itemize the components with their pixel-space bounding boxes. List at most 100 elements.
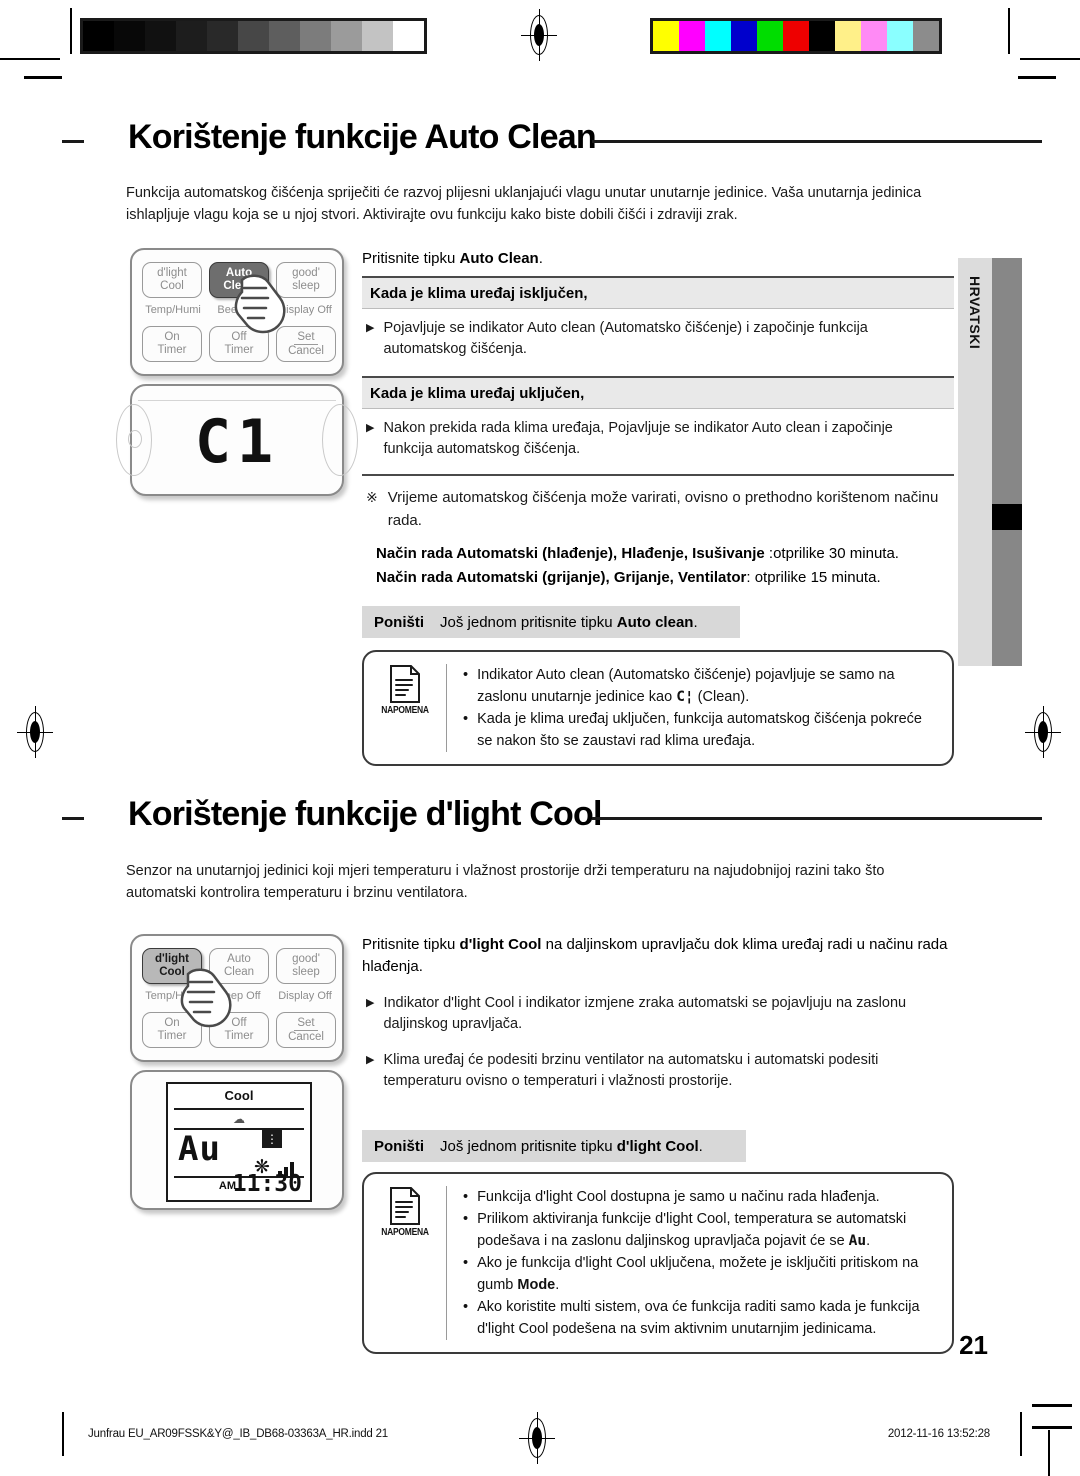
- note-badge-label: NAPOMENA: [381, 705, 429, 716]
- bullet-dot-icon: •: [463, 711, 469, 727]
- arrow-bullet-icon: ▶: [366, 422, 375, 434]
- remote-button-set-cancel[interactable]: Set Cancel: [276, 326, 336, 362]
- language-index-marker: [992, 504, 1022, 530]
- greyscale-swatch-4: [207, 21, 238, 51]
- color-swatch-5: [783, 21, 809, 51]
- remote-sublabel-beep-off: Beep Off: [217, 304, 261, 316]
- remote-button-off-timer[interactable]: Off Timer: [209, 1012, 269, 1048]
- note-text: Ako koristite multi sistem, ova će funkc…: [477, 1299, 920, 1337]
- document-note-icon: [390, 1187, 420, 1225]
- indoor-unit-display-c1: C1: [116, 384, 358, 496]
- mode-duration-line-2: Način rada Automatski (grijanje), Grijan…: [376, 569, 881, 586]
- greyscale-swatch-10: [393, 21, 424, 51]
- remote-button-dlight-cool[interactable]: d'light Cool: [142, 262, 202, 298]
- content-column-dlight-cool: Pritisnite tipku d'light Cool na daljins…: [362, 934, 954, 1354]
- manual-page: Korištenje funkcije Auto Clean Funkcija …: [0, 0, 1080, 1476]
- footer-dash-right-1: [1032, 1404, 1072, 1407]
- remote-sublabel-temp-humi: Temp/Humi: [145, 304, 201, 316]
- footer-timestamp: 2012-11-16 13:52:28: [887, 1428, 990, 1440]
- mode-duration-line-1: Način rada Automatski (hlađenje), Hlađen…: [376, 545, 899, 562]
- bullet-text: Pojavljuje se indikator Auto clean (Auto…: [383, 320, 868, 357]
- crop-mark-right-horizontal: [1020, 58, 1080, 60]
- print-calibration-header: [0, 0, 1080, 100]
- registration-target-left: [17, 706, 53, 758]
- dlight-cool-indicator-icon: ☁: [233, 1112, 245, 1126]
- arrow-bullet-icon: ▶: [366, 1054, 375, 1066]
- note-badge: NAPOMENA: [374, 1186, 436, 1340]
- footer-dash-right-2: [1032, 1426, 1072, 1429]
- color-calibration-bar: [650, 18, 942, 54]
- reference-note-auto-clean: ※ Vrijeme automatskog čišćenja može vari…: [362, 476, 954, 536]
- page-title-dlight-cool: Korištenje funkcije d'light Cool: [128, 795, 602, 833]
- note-item: • Indikator Auto clean (Automatsko čišće…: [463, 664, 938, 708]
- subheading-unit-on: Kada je klima uređaj uključen,: [362, 376, 954, 409]
- bullet-dlight-1: ▶ Indikator d'light Cool i indikator izm…: [362, 984, 954, 1041]
- mode-button-reference: Mode: [517, 1277, 556, 1293]
- greyscale-calibration-bar: [80, 18, 427, 54]
- bullet-dot-icon: •: [463, 1211, 469, 1227]
- bullet-dot-icon: •: [463, 1255, 469, 1271]
- note-badge-label: NAPOMENA: [381, 1227, 429, 1238]
- remote-sublabel-temp-humi: Temp/Humi: [145, 990, 201, 1002]
- lcd-screen: Cool ☁ Au ⋮ ❋ AM 11:30: [166, 1082, 312, 1202]
- seven-segment-value: C1: [194, 407, 280, 477]
- note-text: Prilikom aktiviranja funkcije d'light Co…: [477, 1211, 907, 1249]
- bullet-dot-icon: •: [463, 1299, 469, 1315]
- section-dash-icon: [62, 140, 84, 143]
- remote-button-off-timer[interactable]: Off Timer: [209, 326, 269, 362]
- crop-mark-left-horizontal: [0, 58, 60, 60]
- color-swatch-10: [913, 21, 939, 51]
- section-rule: [592, 817, 1042, 820]
- color-swatch-1: [679, 21, 705, 51]
- greyscale-swatch-9: [362, 21, 393, 51]
- color-swatch-0: [653, 21, 679, 51]
- note-text: Funkcija d'light Cool dostupna je samo u…: [477, 1189, 880, 1205]
- registration-target-right: [1025, 706, 1061, 758]
- language-tab-label: HRVATSKI: [967, 276, 983, 350]
- footer-crop-mark-left: [62, 1412, 64, 1456]
- note-text: Ako je funkcija d'light Cool uključena, …: [477, 1255, 919, 1293]
- footer-filename: Junfrau EU_AR09FSSK&Y@_IB_DB68-03363A_HR…: [88, 1428, 388, 1440]
- greyscale-swatch-5: [238, 21, 269, 51]
- arrow-bullet-icon: ▶: [366, 322, 375, 334]
- color-swatch-4: [757, 21, 783, 51]
- lcd-mode-label: Cool: [224, 1088, 254, 1103]
- cancel-label: Poništi: [374, 614, 425, 631]
- remote-button-auto-clean[interactable]: Auto Clean: [209, 262, 269, 298]
- footer-vertical-right: [1048, 1430, 1050, 1476]
- color-swatch-9: [887, 21, 913, 51]
- remote-sublabel-display-off: Display Off: [278, 304, 332, 316]
- bullet-text: Indikator d'light Cool i indikator izmje…: [383, 995, 907, 1032]
- greyscale-swatch-2: [145, 21, 176, 51]
- section-header-auto-clean: Korištenje funkcije Auto Clean: [62, 118, 1042, 176]
- lead-instruction-dlight-cool: Pritisnite tipku d'light Cool na daljins…: [362, 936, 948, 975]
- bullet-unit-on: ▶ Nakon prekida rada klima uređaja, Poja…: [362, 409, 954, 466]
- remote-button-dlight-cool[interactable]: d'light Cool: [142, 948, 202, 984]
- cancel-bar-auto-clean: Poništi Još jednom pritisnite tipku Auto…: [362, 606, 740, 638]
- bullet-text: Klima uređaj će podesiti brzinu ventilat…: [383, 1052, 879, 1089]
- remote-button-good-sleep[interactable]: good' sleep: [276, 948, 336, 984]
- inline-segment-glyph: C¦: [676, 689, 694, 705]
- intro-text-dlight-cool: Senzor na unutarnjoj jedinici koji mjeri…: [126, 863, 885, 901]
- note-box-dlight-cool: NAPOMENA • Funkcija d'light Cool dostupn…: [362, 1172, 954, 1354]
- remote-button-set-cancel[interactable]: Set Cancel: [276, 1012, 336, 1048]
- intro-text-auto-clean: Funkcija automatskog čišćenja spriječiti…: [126, 185, 922, 223]
- section-header-dlight-cool: Korištenje funkcije d'light Cool: [62, 795, 1042, 853]
- cancel-bar-dlight-cool: Poništi Još jednom pritisnite tipku d'li…: [362, 1130, 746, 1162]
- remote-button-on-timer[interactable]: On Timer: [142, 1012, 202, 1048]
- language-index-strip: [992, 258, 1022, 666]
- remote-button-on-timer[interactable]: On Timer: [142, 326, 202, 362]
- note-text: Kada je klima uređaj uključen, funkcija …: [477, 711, 922, 749]
- color-swatch-2: [705, 21, 731, 51]
- lcd-clock: 11:30: [232, 1171, 302, 1197]
- note-divider: [446, 664, 447, 752]
- remote-button-auto-clean[interactable]: Auto Clean: [209, 948, 269, 984]
- footer-crop-mark-right: [1020, 1412, 1022, 1456]
- greyscale-swatch-6: [269, 21, 300, 51]
- cancel-instruction: Još jednom pritisnite tipku Auto clean.: [440, 614, 698, 631]
- remote-sublabel-beep-off: Beep Off: [217, 990, 261, 1002]
- cancel-instruction: Još jednom pritisnite tipku d'light Cool…: [440, 1138, 703, 1155]
- reference-note-text: Vrijeme automatskog čišćenja može varira…: [387, 489, 939, 529]
- remote-button-good-sleep[interactable]: good' sleep: [276, 262, 336, 298]
- note-item: • Funkcija d'light Cool dostupna je samo…: [463, 1186, 938, 1208]
